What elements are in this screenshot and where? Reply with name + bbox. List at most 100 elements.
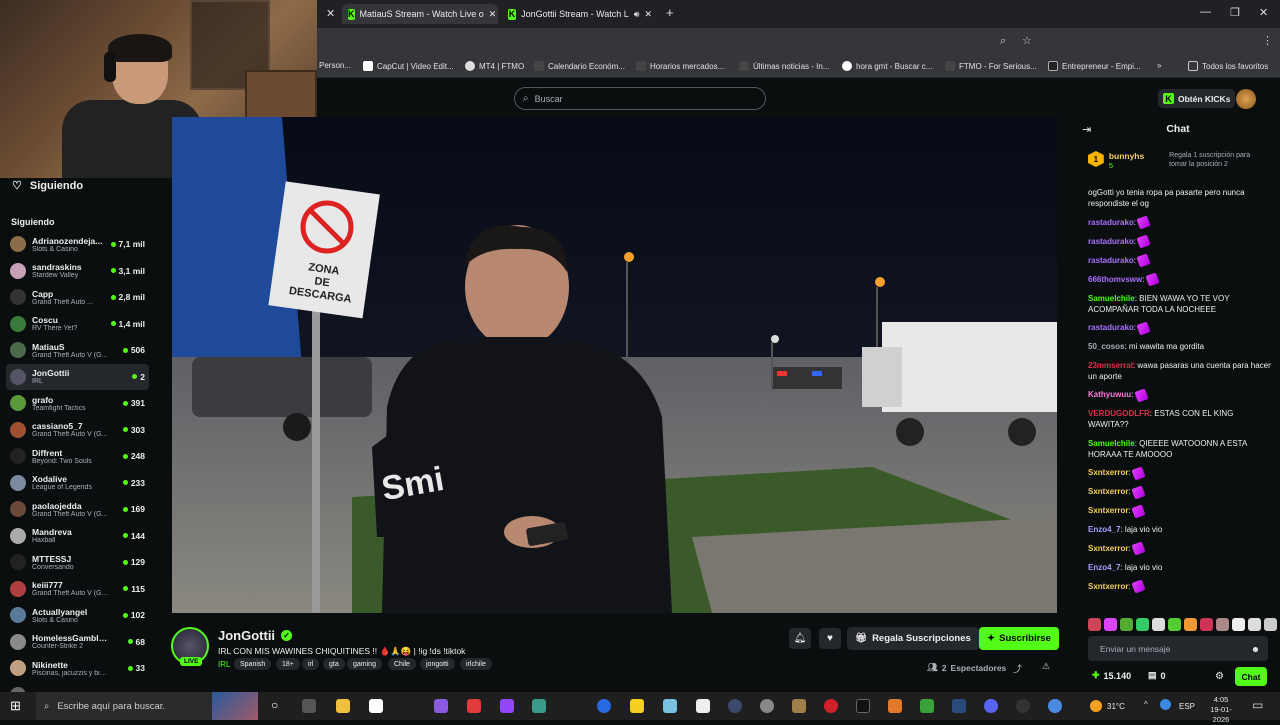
tag[interactable]: Spanish [234,658,272,670]
emote-icon[interactable] [1264,618,1277,631]
tag[interactable]: gta [323,658,345,670]
chat-input[interactable]: Enviar un mensaje ☻ [1088,636,1268,661]
sidebar-channel[interactable]: Xodalive League of Legends 233 [6,470,149,496]
emote-icon[interactable] [1152,618,1165,631]
task-view-icon[interactable] [302,699,316,713]
sidebar-channel[interactable]: Capp Grand Theft Auto ... 2,8 mil [6,284,149,310]
sidebar-channel[interactable]: Adrianozendeja... Slots & Casino 7,1 mil [6,231,149,257]
app-icon[interactable] [1016,699,1030,713]
sidebar-channel[interactable]: Actuallyangel Slots & Casino 102 [6,602,149,628]
chat-username[interactable]: 50_cosos [1088,342,1124,351]
tag[interactable]: irl [302,658,320,670]
sidebar-channel[interactable]: keiii777 Grand Theft Auto V (GT... 115 [6,576,149,602]
sidebar-header[interactable]: ♡ Siguiendo [12,179,83,193]
clock[interactable]: 4:05 19-01-2026 [1204,695,1238,725]
report-warning-icon[interactable]: ⚠ [1042,661,1050,672]
chat-username[interactable]: rastadurako [1088,237,1134,246]
sidebar-channel[interactable]: MatiauS Grand Theft Auto V (G... 506 [6,337,149,363]
subscribe-button[interactable]: ✦ Suscribirse [979,627,1059,650]
language-indicator[interactable]: ESP [1179,692,1195,720]
chat-username[interactable]: Kathyuwuu [1088,390,1131,399]
twitch-icon[interactable] [500,699,514,713]
app-icon[interactable] [728,699,742,713]
zoom-app-icon[interactable] [597,699,611,713]
video-player[interactable]: ZONA DE DESCARGA Smi [172,117,1057,613]
close-tab-icon[interactable]: ✕ [326,7,335,20]
minecraft-icon[interactable] [920,699,934,713]
speaker-icon[interactable]: 🔊︎ [634,9,640,20]
app-icon[interactable] [532,699,546,713]
chat-username[interactable]: rastadurako [1088,218,1134,227]
notepad-icon[interactable] [369,699,383,713]
bookmark-item[interactable]: Calendario Económ... [534,61,625,71]
notification-bell-button[interactable]: 🔔︎ [789,628,811,649]
browser-tab-jongottii[interactable]: K JonGottii Stream - Watch L 🔊︎ ✕ [502,4,658,24]
capcut-icon[interactable] [696,699,710,713]
chat-username[interactable]: Sxntxerror [1088,544,1128,553]
streamer-name[interactable]: JonGottii ✓ [218,628,293,643]
opera-icon[interactable] [824,699,838,713]
chat-username[interactable]: rastadurako [1088,323,1134,332]
chat-username[interactable]: Enzo4_7 [1088,563,1120,572]
steam-icon[interactable] [952,699,966,713]
emote-icon[interactable] [1248,618,1261,631]
send-chat-button[interactable]: Chat [1235,667,1267,686]
chat-username[interactable]: Sxntxerror [1088,582,1128,591]
chat-username[interactable]: Samuelchile [1088,439,1135,448]
bookmark-item[interactable]: CapCut | Video Edit... [363,61,454,71]
cortana-icon[interactable]: ○ [271,698,278,712]
close-window-icon[interactable]: ✕ [1259,6,1268,19]
chevron-up-icon[interactable]: ^ [1144,700,1148,709]
chat-username[interactable]: 23mmserral [1088,361,1133,370]
chevron-right-icon[interactable]: » [1157,61,1161,70]
close-tab-icon[interactable]: ✕ [489,9,497,20]
sidebar-channel[interactable]: Nikinette Piscinas, jacuzzis y biki... 33 [6,655,149,681]
sticky-notes-icon[interactable] [630,699,644,713]
sidebar-channel[interactable]: sandraskins Stardew Valley 3,1 mil [6,258,149,284]
close-tab-icon[interactable]: ✕ [644,9,652,20]
gift-subs-button[interactable]: 🎁︎ Regala Suscripciones [847,627,979,650]
app-icon[interactable] [467,699,481,713]
settings-gear-icon[interactable]: ⚙ [1215,671,1224,682]
chat-username[interactable]: Sxntxerror [1088,468,1128,477]
bookmark-item[interactable]: hora gmt - Buscar c... [842,61,932,71]
kicks-balance[interactable]: ✚ 15.140 [1092,670,1131,681]
bookmark-item[interactable]: Person... [319,61,351,70]
bookmark-item[interactable]: Horarios mercados... [636,61,724,71]
emote-icon[interactable] [1200,618,1213,631]
sidebar-channel[interactable]: JonGottii IRL 2 [6,363,149,390]
tag[interactable]: jongotti [420,658,455,670]
sidebar-channel[interactable]: Coscu RV There Yet? 1,4 mil [6,311,149,337]
chat-username[interactable]: Enzo4_7 [1088,525,1120,534]
chat-username[interactable]: Samuelchile [1088,294,1135,303]
app-icon[interactable] [888,699,902,713]
taskbar-search[interactable]: ⌕ Escribe aquí para buscar. [36,692,258,720]
sidebar-channel[interactable]: paolaojedda Grand Theft Auto V (G... 169 [6,496,149,522]
tag[interactable]: 18+ [276,658,300,670]
bookmark-item[interactable]: Últimas noticias - In... [739,61,829,71]
new-tab-button[interactable]: + [666,5,674,20]
tag[interactable]: Chile [388,658,416,670]
settings-icon[interactable] [760,699,774,713]
sidebar-channel[interactable]: HomelessGambler69 Counter-Strike 2 68 [6,629,149,655]
emote-icon[interactable] [1104,618,1117,631]
chat-username[interactable]: Sxntxerror [1088,487,1128,496]
chat-username[interactable]: 666thomvsww [1088,275,1142,284]
emote-icon[interactable] [1088,618,1101,631]
app-icon[interactable] [663,699,677,713]
get-kicks-button[interactable]: K Obtén KICKs [1158,89,1236,108]
emote-icon[interactable] [1232,618,1245,631]
emote-icon[interactable] [1136,618,1149,631]
sidebar-channel[interactable]: Diffrent Beyond: Two Souls 248 [6,443,149,469]
search-input[interactable]: ⌕ Buscar [514,87,766,110]
follow-heart-button[interactable]: ♥ [819,628,841,649]
emote-icon[interactable] [1184,618,1197,631]
sidebar-channel[interactable]: grafo Teamfight Tactics 391 [6,390,149,416]
emote-icon[interactable] [1120,618,1133,631]
emoji-icon[interactable]: ☻ [1251,644,1260,654]
bookmark-item[interactable]: FTMO - For Serious... [945,61,1037,71]
windows-start-icon[interactable]: ⊞ [10,698,21,714]
emote-icon[interactable] [1168,618,1181,631]
file-explorer-icon[interactable] [336,699,350,713]
user-avatar[interactable] [1236,89,1256,109]
